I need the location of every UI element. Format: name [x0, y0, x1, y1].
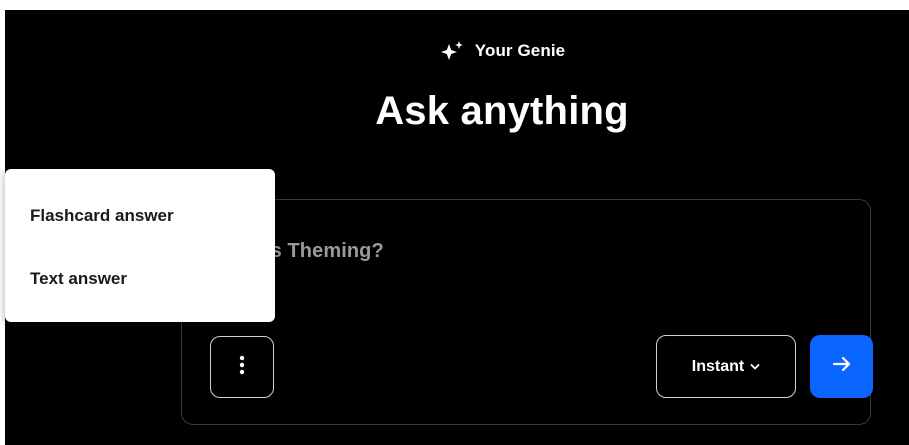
page-title: Ask anything: [375, 89, 629, 133]
arrow-right-icon: [832, 355, 852, 378]
menu-item-text-answer[interactable]: Text answer: [30, 269, 127, 289]
more-options-button[interactable]: [210, 336, 274, 398]
sparkles-icon: [439, 40, 465, 62]
brand: Your Genie: [439, 40, 565, 62]
answer-type-menu: Flashcard answer Text answer: [5, 169, 275, 322]
brand-label: Your Genie: [474, 41, 566, 60]
genie-header: Your Genie Ask anything: [5, 40, 909, 134]
mode-label: Instant: [691, 357, 745, 375]
more-vertical-icon: [239, 354, 245, 381]
menu-item-flashcard-answer[interactable]: Flashcard answer: [30, 206, 174, 226]
answer-mode-select[interactable]: Instant: [656, 335, 796, 398]
send-button[interactable]: [810, 335, 873, 398]
question-composer[interactable]: What is Theming? Instant: [181, 199, 873, 425]
chevron-down-icon: [750, 358, 760, 376]
